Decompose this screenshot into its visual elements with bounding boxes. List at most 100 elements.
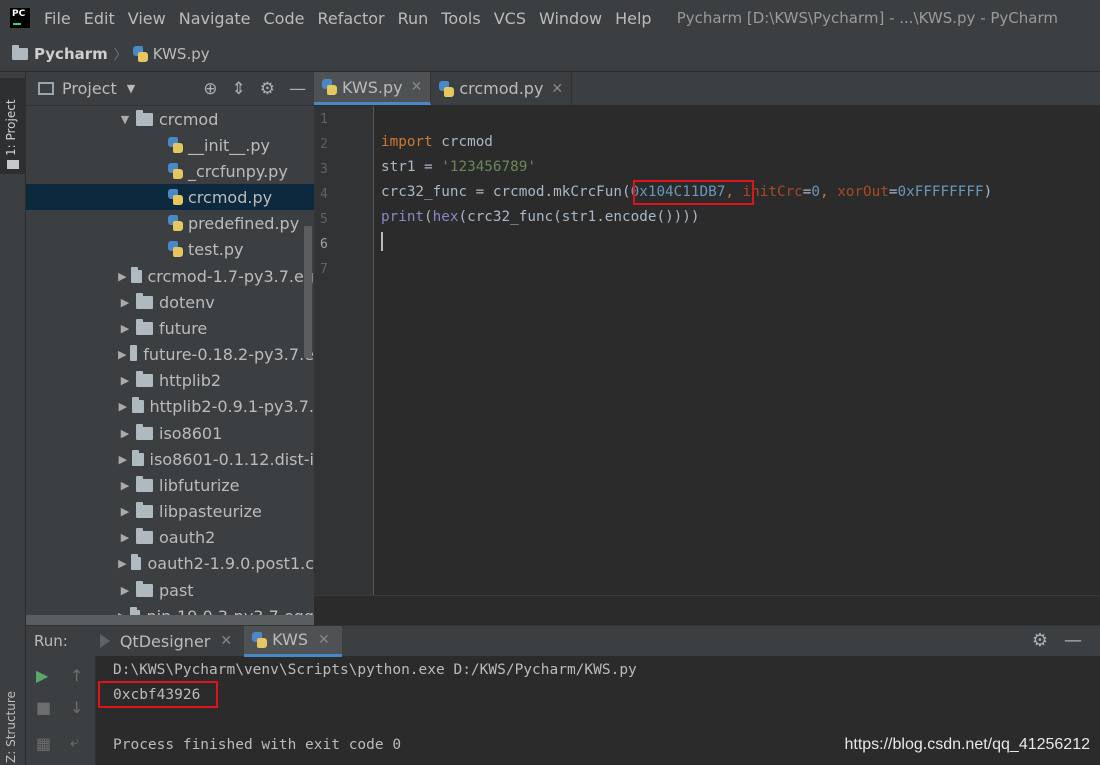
tree-folder[interactable]: ▶ future-0.18.2-py3.7.e [26,341,314,367]
folder-icon [130,266,142,283]
tree-file-selected[interactable]: crcmod.py [26,184,314,210]
project-tree: ▼ crcmod __init__.py _crcfunpy.py crcmod… [26,106,314,625]
menu-bar: PC File Edit View Navigate Code Refactor… [0,0,1100,36]
project-panel-header: Project ▼ ⊕ ⇕ ⚙ — [26,72,314,106]
minimize-icon[interactable]: — [289,79,306,99]
tree-file[interactable]: _crcfunpy.py [26,158,314,184]
chevron-right-icon[interactable]: ▶ [118,322,132,335]
chevron-down-icon[interactable]: ▼ [127,82,135,95]
chevron-right-icon[interactable]: ▶ [118,427,132,440]
tree-vertical-scrollbar[interactable] [304,226,312,358]
chevron-right-icon[interactable]: ▶ [118,374,132,387]
chevron-right-icon[interactable]: ▶ [118,557,127,570]
soft-wrap-icon[interactable]: ⤶ [70,732,79,752]
chevron-right-icon[interactable]: ▶ [118,348,126,361]
close-icon[interactable]: ✕ [318,632,330,648]
console-line: Process finished with exit code 0 [113,737,402,753]
highlight-annotation-box [633,180,754,205]
folder-icon [136,527,153,544]
line-number-gutter: 1 2 3 4 5 6 7 [314,106,374,596]
folder-icon [136,580,153,597]
collapse-icon[interactable]: ⇕ [232,79,246,99]
code-area[interactable]: import crcmod str1 = '123456789' crc32_f… [381,106,1100,596]
tree-folder[interactable]: ▶ httplib2 [26,367,314,393]
tree-file[interactable]: __init__.py [26,132,314,158]
tree-folder[interactable]: ▶ past [26,577,314,603]
menu-run[interactable]: Run [398,9,429,28]
project-tool-button[interactable]: 1: Project [0,78,26,174]
output-annotation-box [98,681,218,708]
tree-folder[interactable]: ▶ libfuturize [26,472,314,498]
chevron-right-icon[interactable]: ▶ [118,453,128,466]
python-file-icon [168,241,183,257]
rerun-icon[interactable]: ▶ [36,666,48,685]
gear-icon[interactable]: ⚙ [1032,630,1048,651]
tree-folder[interactable]: ▶ future [26,315,314,341]
chevron-down-icon[interactable]: ▼ [118,113,132,126]
tree-horizontal-scrollbar[interactable] [26,615,314,625]
tree-folder[interactable]: ▶ iso8601-0.1.12.dist-i [26,446,314,472]
tab-crcmod-py[interactable]: crcmod.py ✕ [431,72,573,105]
menu-code[interactable]: Code [264,9,305,28]
breadcrumb-project[interactable]: Pycharm [34,45,108,63]
close-icon[interactable]: ✕ [411,79,423,95]
breadcrumb-file[interactable]: KWS.py [153,45,210,63]
line-number: 1 [320,112,328,127]
line-number: 3 [320,162,328,177]
menu-vcs[interactable]: VCS [494,9,526,28]
chevron-right-icon[interactable]: ▶ [118,296,132,309]
python-file-icon [322,79,337,95]
tree-folder-crcmod[interactable]: ▼ crcmod [26,106,314,132]
arrow-up-icon[interactable]: ↑ [70,666,83,685]
tree-folder[interactable]: ▶ oauth2 [26,524,314,550]
gear-icon[interactable]: ⚙ [260,79,275,99]
menu-file[interactable]: File [44,9,71,28]
tree-folder[interactable]: ▶ iso8601 [26,420,314,446]
tree-folder[interactable]: ▶ httplib2-0.9.1-py3.7. [26,393,314,419]
tree-file[interactable]: test.py [26,236,314,262]
arrow-down-icon[interactable]: ↓ [70,698,83,717]
chevron-right-icon[interactable]: ▶ [118,584,132,597]
chevron-right-icon[interactable]: ▶ [118,270,127,283]
menu-edit[interactable]: Edit [84,9,115,28]
run-tab-qtdesigner[interactable]: QtDesigner ✕ [92,626,244,657]
editor-horizontal-scrollbar[interactable] [314,595,1100,625]
stop-icon[interactable]: ■ [36,698,51,717]
tree-file[interactable]: predefined.py [26,210,314,236]
chevron-right-icon[interactable]: ▶ [118,531,132,544]
close-icon[interactable]: ✕ [551,81,563,97]
minimize-icon[interactable]: — [1064,630,1082,651]
menu-tools[interactable]: Tools [441,9,480,28]
run-config-icon [99,634,110,648]
folder-icon [131,449,144,466]
line-number: 5 [320,212,328,227]
tree-folder[interactable]: ▶ oauth2-1.9.0.post1.c [26,550,314,576]
breadcrumb: Pycharm 〉 KWS.py [0,36,1100,72]
menu-navigate[interactable]: Navigate [179,9,251,28]
project-tool-label: 1: Project [4,99,18,156]
project-panel: Project ▼ ⊕ ⇕ ⚙ — ▼ crcmod __init__.py _… [26,72,314,625]
code-line-2: import crcmod [381,134,493,150]
menu-help[interactable]: Help [615,9,651,28]
run-tab-kws[interactable]: KWS ✕ [244,625,342,657]
menu-refactor[interactable]: Refactor [317,9,384,28]
layout-icon[interactable]: ▦ [36,734,51,753]
python-file-icon [168,215,183,231]
target-icon[interactable]: ⊕ [203,79,217,99]
tree-folder[interactable]: ▶ dotenv [26,289,314,315]
structure-tool-label[interactable]: Z: Structure [4,691,18,763]
menu-window[interactable]: Window [539,9,602,28]
chevron-right-icon[interactable]: ▶ [118,505,132,518]
console-line: D:\KWS\Pycharm\venv\Scripts\python.exe D… [113,662,637,678]
left-tool-stripe-bottom: Z: Structure [0,625,26,765]
tab-kws-py[interactable]: KWS.py ✕ [314,72,432,105]
close-icon[interactable]: ✕ [220,633,232,649]
menu-view[interactable]: View [128,9,166,28]
tree-folder[interactable]: ▶ libpasteurize [26,498,314,524]
project-view-selector[interactable]: Project [62,79,117,98]
tree-folder[interactable]: ▶ crcmod-1.7-py3.7.eg [26,263,314,289]
chevron-right-icon[interactable]: ▶ [118,400,128,413]
python-file-icon [168,137,183,153]
folder-icon [136,501,153,518]
chevron-right-icon[interactable]: ▶ [118,479,132,492]
